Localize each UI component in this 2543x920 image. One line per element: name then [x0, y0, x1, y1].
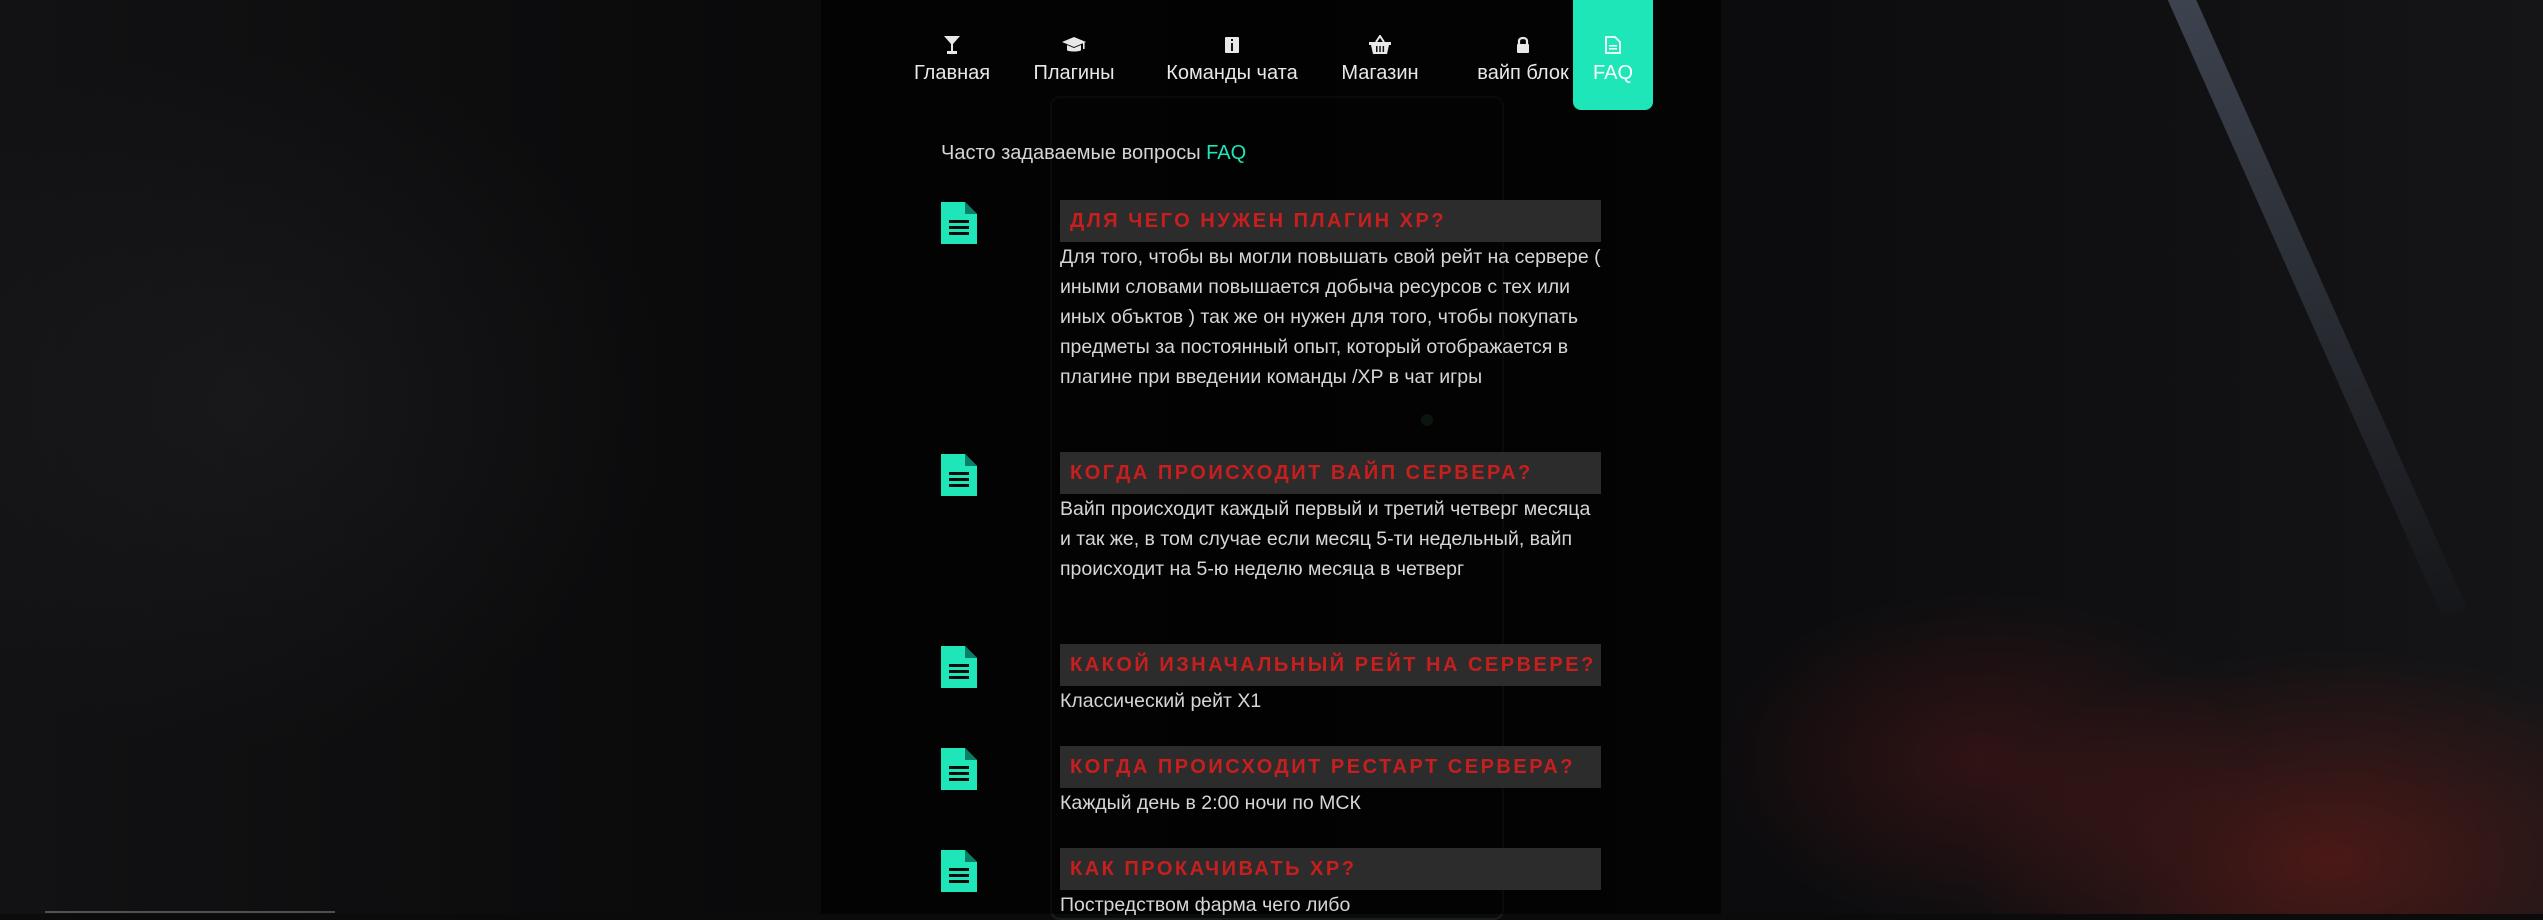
document-icon — [941, 454, 977, 496]
lock-icon — [1515, 34, 1531, 56]
nav-item-plugins[interactable]: Плагины — [1024, 0, 1124, 110]
faq-question[interactable]: Какой изначальный рейт на сервере? — [1060, 644, 1601, 686]
nav-item-faq[interactable]: FAQ — [1573, 0, 1653, 110]
cocktail-icon — [943, 34, 961, 56]
nav-item-label: Главная — [913, 62, 991, 84]
faq-question[interactable]: Когда происходит вайп сервера? — [1060, 452, 1601, 494]
info-icon — [1224, 34, 1240, 56]
basket-icon — [1368, 34, 1392, 56]
faq-answer: Классический рейт Х1 — [1060, 690, 1262, 712]
faq-answer: Для того, чтобы вы могли повышать свой р… — [1060, 246, 1601, 388]
faq-answer: Каждый день в 2:00 ночи по МСК — [1060, 792, 1361, 814]
faq-question[interactable]: Когда происходит рестарт сервера? — [1060, 746, 1601, 788]
document-icon — [941, 202, 977, 244]
document-icon — [941, 748, 977, 790]
nav-item-home[interactable]: Главная — [907, 0, 997, 110]
faq-question[interactable]: Как прокачивать XP? — [1060, 848, 1601, 890]
intro-accent: FAQ — [1206, 142, 1247, 164]
faq-answer: Постредством фарма чего либо — [1060, 894, 1351, 916]
graduation-cap-icon — [1061, 34, 1087, 56]
page-intro: Часто задаваемые вопросы FAQ — [941, 142, 1246, 165]
nav-item-label: Плагины — [1033, 62, 1115, 84]
main-content: Главная Плагины Команды чата Магазин вай — [821, 0, 1721, 916]
nav-item-label: Команды чата — [1166, 62, 1298, 84]
background-line — [45, 911, 335, 913]
nav-item-label: Магазин — [1341, 62, 1419, 84]
nav-item-label: FAQ — [1592, 62, 1633, 84]
faq-question[interactable]: Для чего нужен плагин XP? — [1060, 200, 1601, 242]
document-icon — [1605, 34, 1621, 56]
faq-answer: Вайп происходит каждый первый и третий ч… — [1060, 498, 1591, 580]
document-icon — [941, 646, 977, 688]
nav-item-label: вайп блок — [1477, 62, 1569, 84]
nav-item-chat-commands[interactable]: Команды чата — [1151, 0, 1313, 110]
nav-item-shop[interactable]: Магазин — [1331, 0, 1429, 110]
document-icon — [941, 850, 977, 892]
intro-text: Часто задаваемые вопросы — [941, 142, 1201, 164]
nav-item-wipe-block[interactable]: вайп блок — [1457, 0, 1589, 110]
top-nav: Главная Плагины Команды чата Магазин вай — [821, 0, 1721, 110]
